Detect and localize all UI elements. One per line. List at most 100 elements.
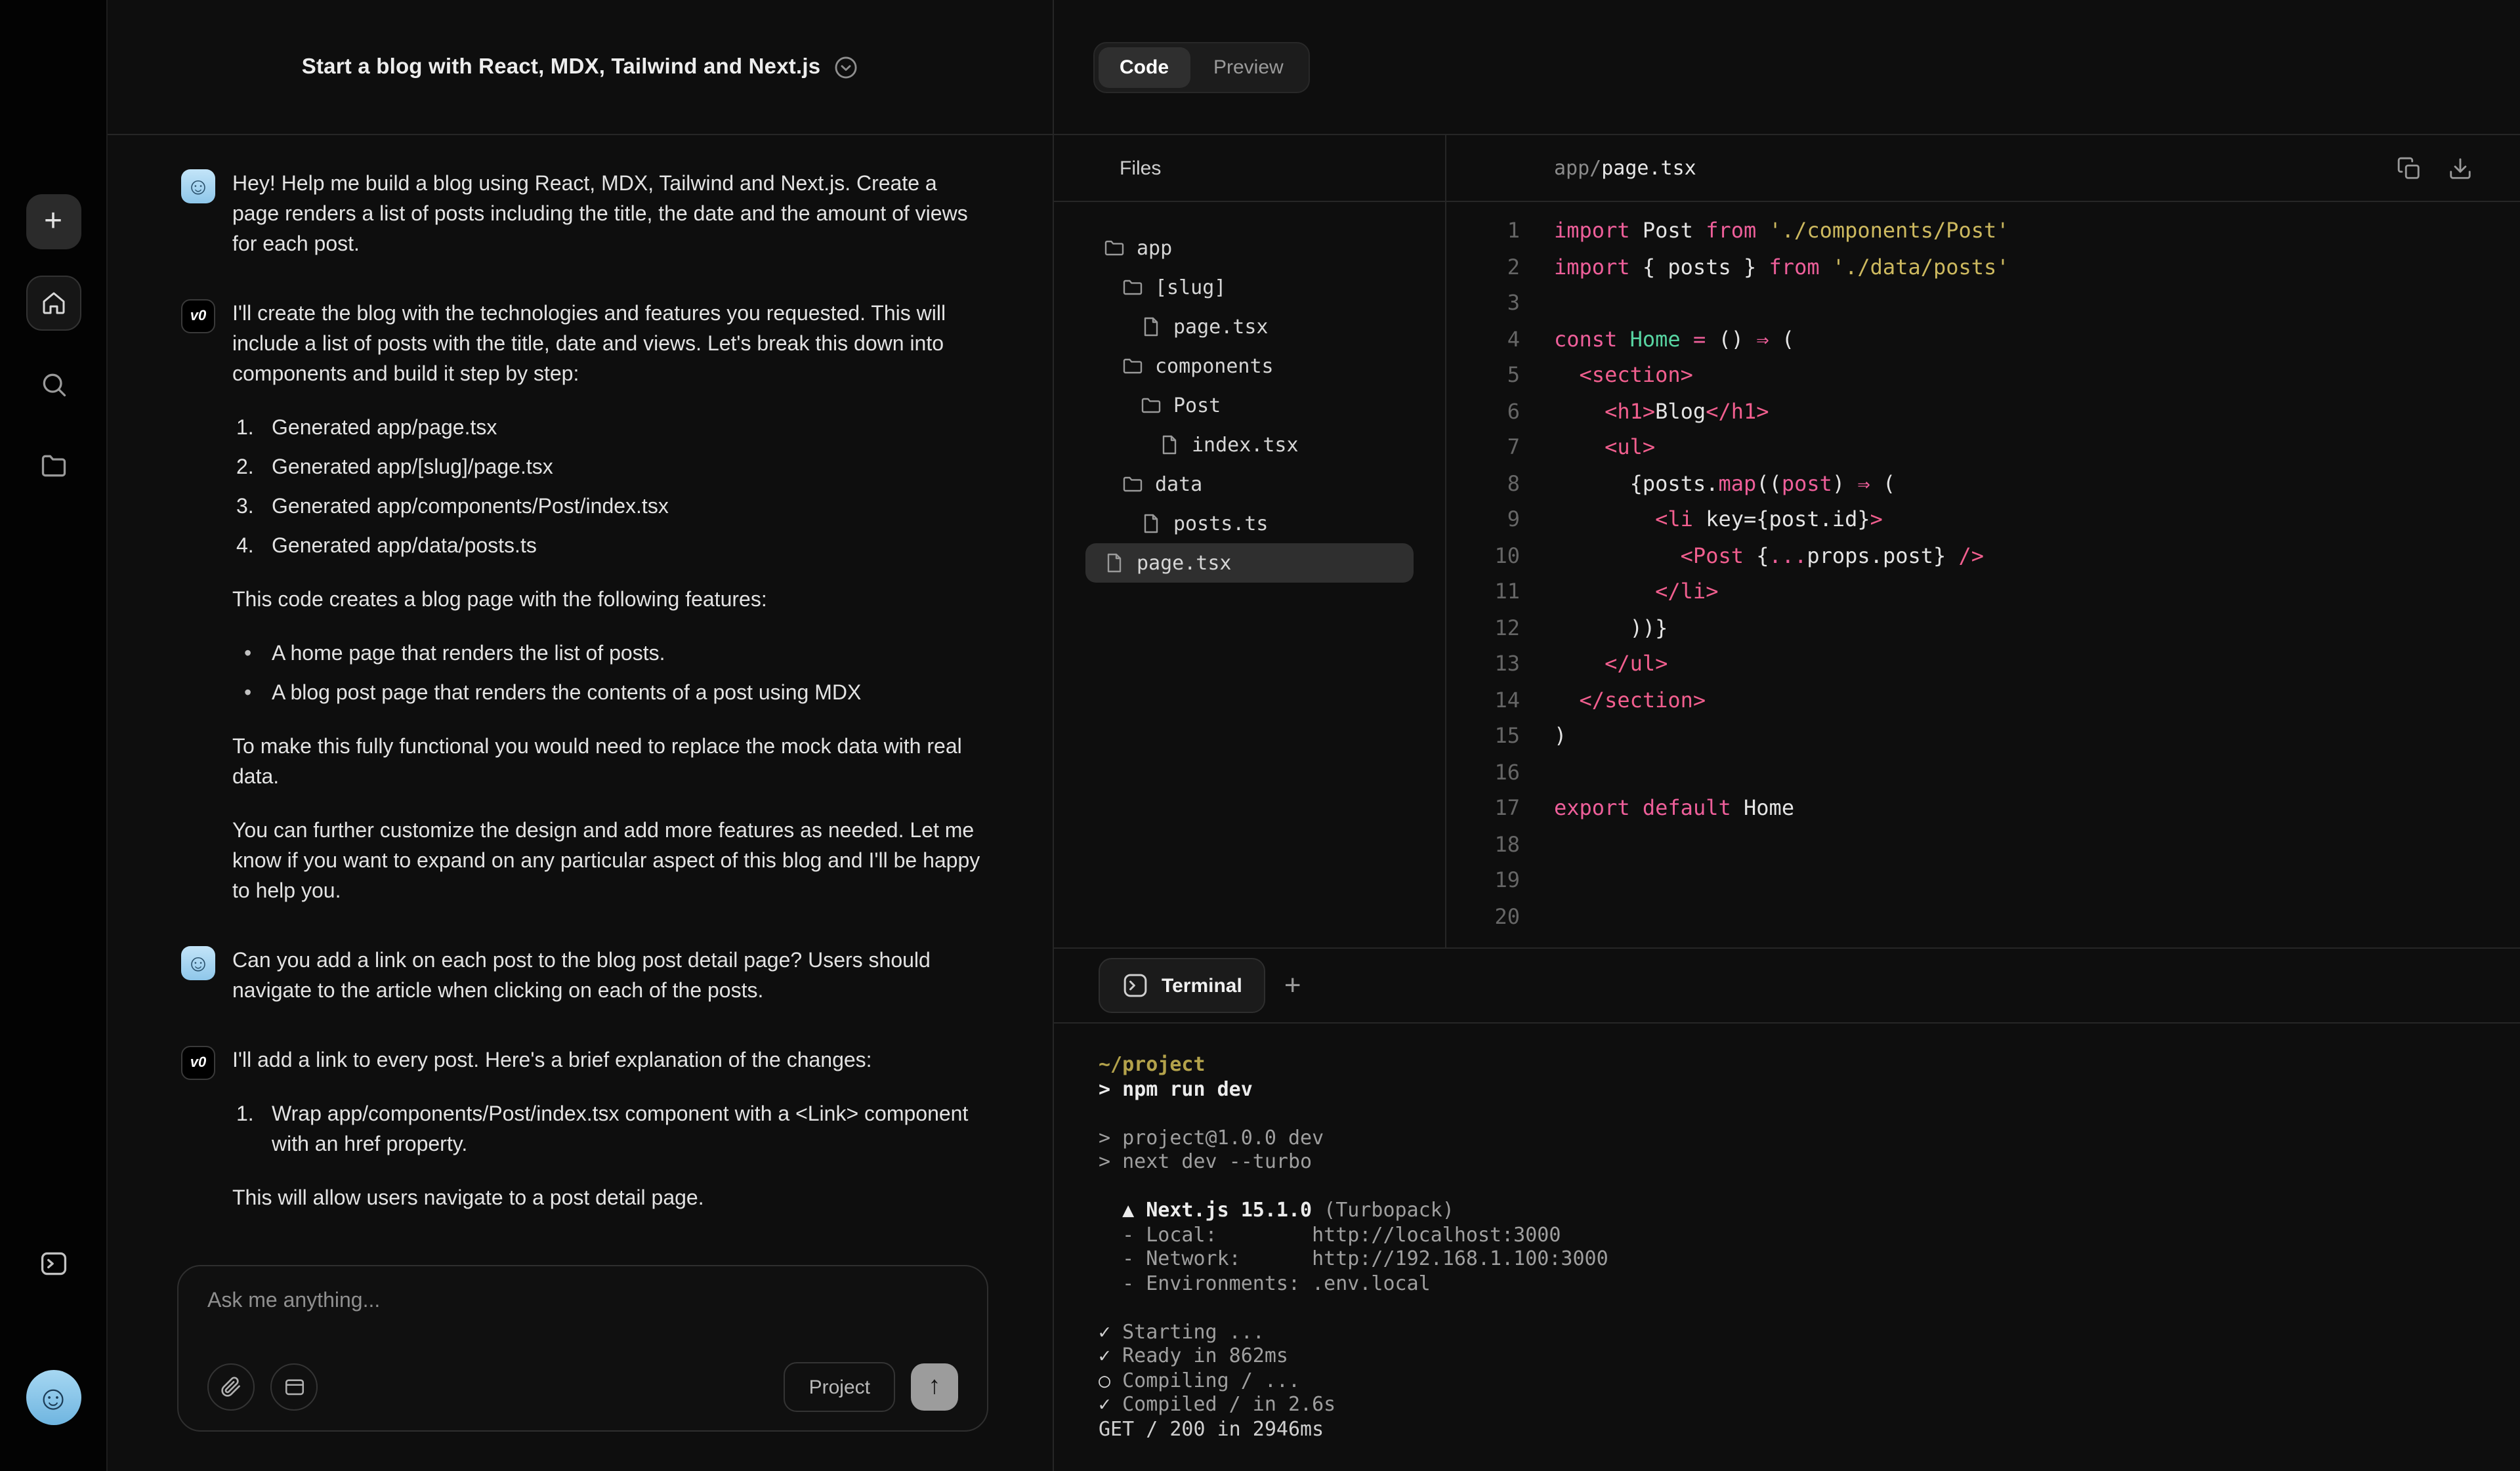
files-panel-title: Files: [1054, 135, 1445, 202]
line-number: 4: [1446, 321, 1520, 357]
chat-input[interactable]: [207, 1290, 958, 1314]
search-icon: [39, 370, 68, 399]
line-number: 1: [1446, 213, 1520, 249]
tree-item-app[interactable]: app: [1085, 228, 1414, 268]
message-list: Wrap app/components/Post/index.tsx compo…: [232, 1100, 982, 1160]
attach-file-button[interactable]: [207, 1363, 255, 1411]
tree-item-components[interactable]: components: [1085, 346, 1414, 386]
code-line: 10 <Post {...props.post} />: [1446, 537, 2520, 573]
breadcrumb: app/page.tsx: [1554, 156, 1696, 180]
tree-item-label: index.tsx: [1192, 433, 1299, 457]
message-body: I'll add a link to every post. Here's a …: [232, 1046, 982, 1214]
download-code-button[interactable]: [2448, 155, 2473, 180]
file-tree: app [slug] page.tsx components Post index.tsx…: [1054, 202, 1445, 583]
terminal-output[interactable]: ~/project> npm run dev > project@1.0.0 d…: [1054, 1024, 2520, 1471]
terminal-line: - Local: http://localhost:3000: [1099, 1222, 2520, 1247]
arrow-up-icon: ↑: [929, 1373, 941, 1401]
tree-item-data[interactable]: data: [1085, 465, 1414, 504]
breadcrumb-dir: app/: [1554, 156, 1601, 180]
screen-capture-button[interactable]: [270, 1363, 318, 1411]
left-rail: + ☺: [0, 0, 108, 1471]
user-avatar: ☺: [181, 946, 215, 980]
message-list-item: Wrap app/components/Post/index.tsx compo…: [232, 1100, 982, 1160]
message-list-item: Generated app/data/posts.ts: [232, 531, 982, 562]
editor-actions: [2397, 155, 2473, 180]
home-button[interactable]: [26, 276, 81, 331]
code-line: 20: [1446, 898, 2520, 934]
file-icon: [1159, 434, 1180, 455]
projects-button[interactable]: [26, 438, 81, 493]
tree-item-index.tsx[interactable]: index.tsx: [1085, 425, 1414, 465]
tree-item-page.tsx[interactable]: page.tsx: [1085, 307, 1414, 346]
tree-item-posts.ts[interactable]: posts.ts: [1085, 504, 1414, 543]
terminal-tabbar: Terminal +: [1054, 949, 2520, 1024]
terminal-line: - Environments: .env.local: [1099, 1271, 2520, 1295]
terminal-line: ~/project: [1099, 1052, 2520, 1077]
message-list-item: Generated app/page.tsx: [232, 413, 982, 444]
line-number: 19: [1446, 862, 1520, 898]
assistant-avatar: v0: [181, 299, 215, 333]
tree-item-page.tsx[interactable]: page.tsx: [1085, 543, 1414, 583]
message-list-item: Generated app/components/Post/index.tsx: [232, 492, 982, 522]
terminal-line: ○ Compiling / ...: [1099, 1368, 2520, 1392]
code-editor[interactable]: 1import Post from './components/Post'2im…: [1446, 202, 2520, 947]
tree-item-label: components: [1155, 354, 1274, 378]
new-terminal-button[interactable]: +: [1284, 971, 1301, 1000]
composer-actions: Project ↑: [784, 1362, 958, 1412]
user-avatar: ☺: [181, 169, 215, 203]
terminal-icon: [1122, 972, 1148, 999]
terminal-line: > next dev --turbo: [1099, 1150, 2520, 1174]
code-line: 19: [1446, 862, 2520, 898]
search-button[interactable]: [26, 357, 81, 412]
message-paragraph: I'll create the blog with the technologi…: [232, 299, 982, 390]
user-profile-avatar[interactable]: ☺: [26, 1370, 81, 1425]
download-icon: [2448, 155, 2473, 180]
workspace-header: Code Preview: [1054, 0, 2520, 135]
code-line: 16: [1446, 754, 2520, 790]
message-body: I'll create the blog with the technologi…: [232, 299, 982, 907]
line-number: 18: [1446, 826, 1520, 862]
line-number: 16: [1446, 754, 1520, 790]
tab-code[interactable]: Code: [1099, 47, 1190, 87]
chat-column: Start a blog with React, MDX, Tailwind a…: [108, 0, 1054, 1471]
file-icon: [1141, 513, 1162, 534]
chat-messages: ☺Hey! Help me build a blog using React, …: [108, 135, 1053, 1257]
message-list-item: A blog post page that renders the conten…: [232, 678, 982, 709]
chat-title-menu-button[interactable]: [833, 54, 858, 79]
line-number: 6: [1446, 393, 1520, 429]
toggle-terminal-panel-button[interactable]: [26, 1236, 81, 1291]
terminal-line: [1099, 1295, 2520, 1319]
code-line: 18: [1446, 826, 2520, 862]
project-button[interactable]: Project: [784, 1362, 895, 1412]
terminal-tab-label: Terminal: [1162, 974, 1242, 997]
copy-icon: [2397, 155, 2422, 180]
code-line: 6 <h1>Blog</h1>: [1446, 393, 2520, 429]
copy-code-button[interactable]: [2397, 155, 2422, 180]
tree-item-Post[interactable]: Post: [1085, 386, 1414, 425]
code-line: 3: [1446, 285, 2520, 321]
tree-item-label: [slug]: [1155, 276, 1226, 299]
code-line: 5 <section>: [1446, 357, 2520, 393]
code-line: 8 {posts.map((post) ⇒ (: [1446, 465, 2520, 501]
code-line: 17export default Home: [1446, 790, 2520, 826]
paperclip-icon: [220, 1377, 242, 1398]
tree-item-[slug][interactable]: [slug]: [1085, 268, 1414, 307]
folder-icon: [1122, 356, 1143, 377]
chat-message-user: ☺Hey! Help me build a blog using React, …: [181, 169, 982, 260]
code-line: 1import Post from './components/Post': [1446, 213, 2520, 249]
terminal-line: GET / 200 in 2946ms: [1099, 1417, 2520, 1441]
chat-message-assistant: v0 I'll create the blog with the technolo…: [181, 299, 982, 907]
folder-icon: [39, 451, 68, 480]
message-paragraph: I'll add a link to every post. Here's a …: [232, 1046, 982, 1076]
send-button[interactable]: ↑: [911, 1363, 958, 1411]
line-number: 10: [1446, 537, 1520, 573]
tab-preview[interactable]: Preview: [1192, 47, 1305, 87]
line-number: 20: [1446, 898, 1520, 934]
terminal-tab[interactable]: Terminal: [1099, 958, 1266, 1013]
tree-item-label: page.tsx: [1173, 315, 1269, 339]
code-line: 14 </section>: [1446, 682, 2520, 718]
folder-icon: [1104, 238, 1125, 259]
message-paragraph: To make this fully functional you would …: [232, 732, 982, 793]
new-chat-button[interactable]: +: [26, 194, 81, 249]
line-number: 14: [1446, 682, 1520, 718]
